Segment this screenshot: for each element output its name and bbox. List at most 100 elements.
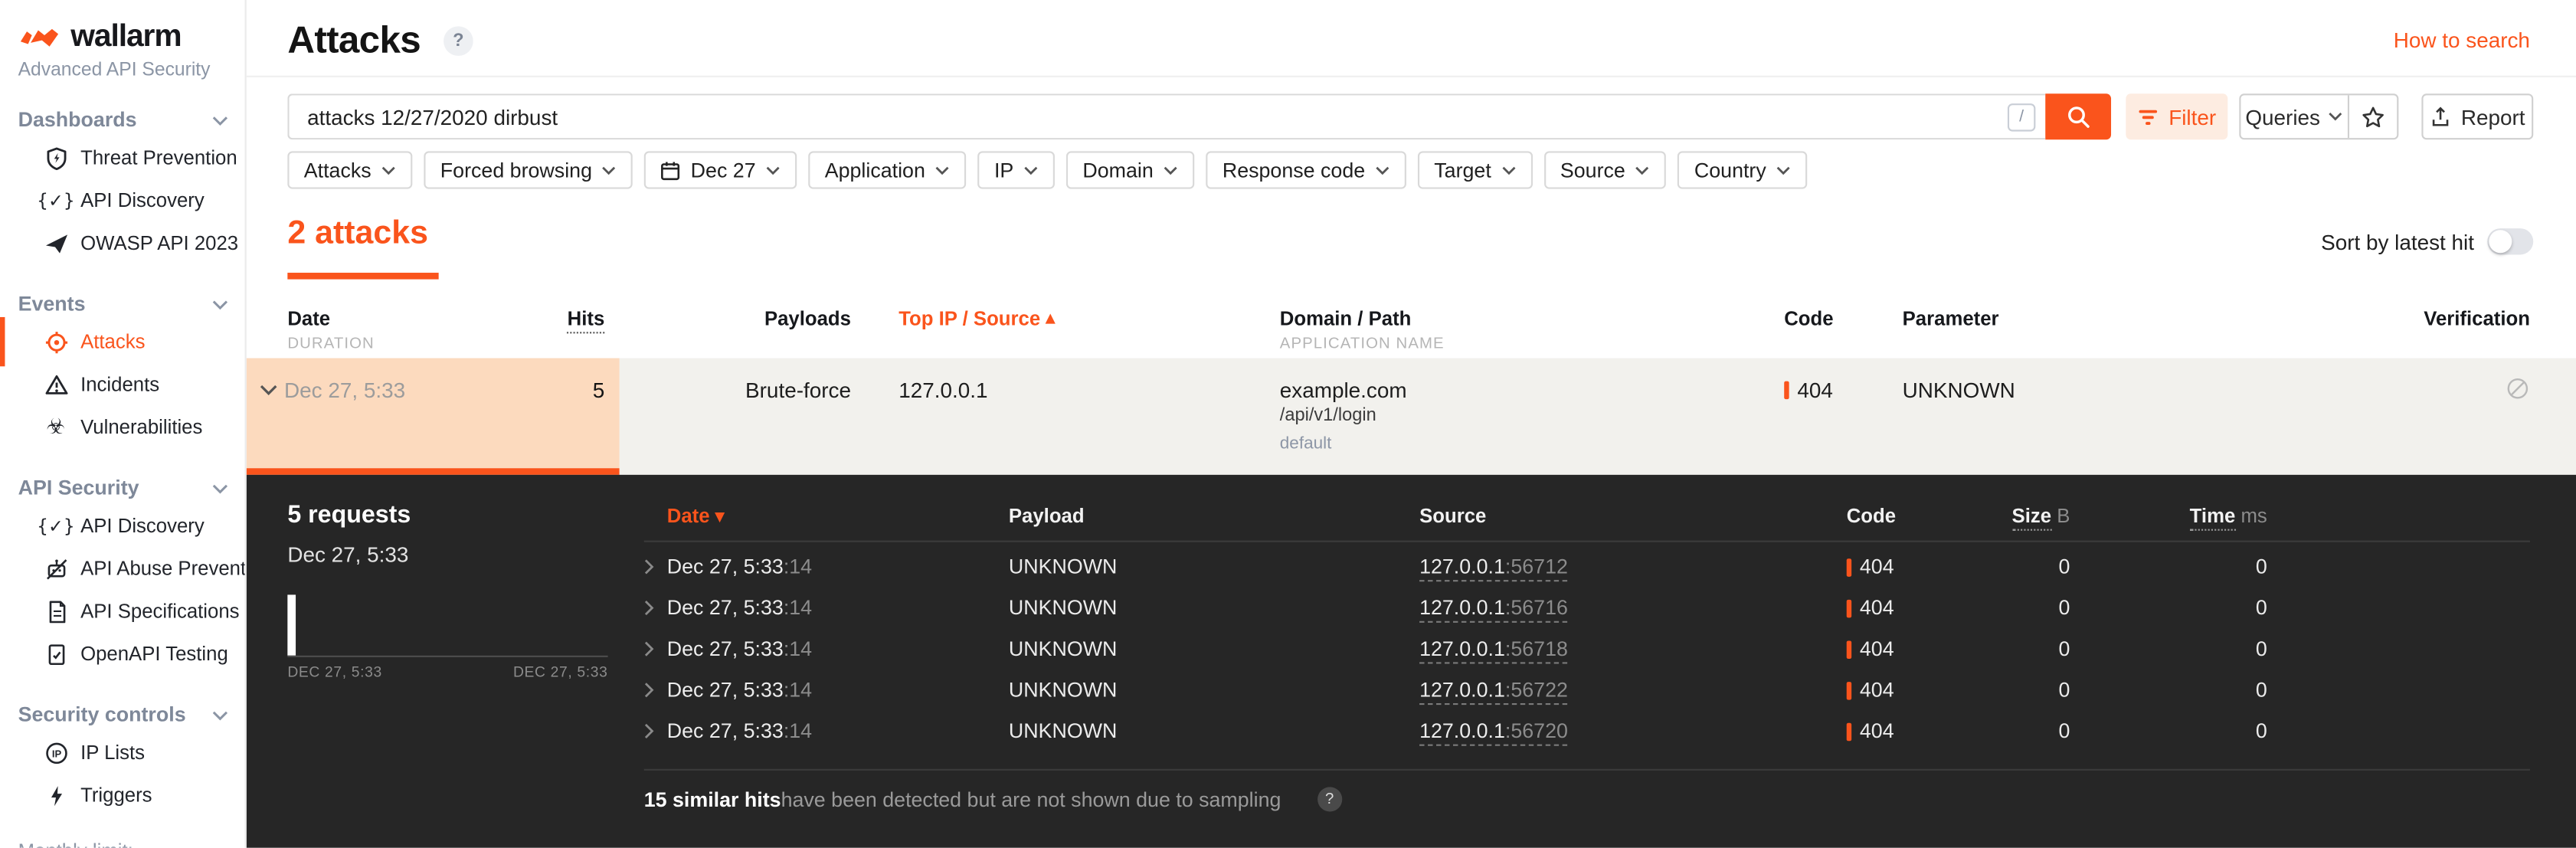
request-payload: UNKNOWN bbox=[1008, 719, 1118, 743]
search-icon bbox=[2068, 106, 2090, 128]
request-row[interactable]: Dec 27, 5:33:14 UNKNOWN 127.0.0.1:56718 … bbox=[247, 629, 2576, 670]
wallarm-logo[interactable]: wallarm bbox=[18, 20, 227, 56]
code-status-bar bbox=[1846, 558, 1852, 577]
help-icon[interactable]: ? bbox=[444, 26, 473, 56]
search-input[interactable] bbox=[287, 93, 2046, 140]
sidebar-item-api-abuse-prevention[interactable]: API Abuse Prevention bbox=[0, 547, 245, 590]
sidebar-item-openapi-testing[interactable]: OpenAPI Testing bbox=[0, 633, 245, 676]
search-row: / Filter Queries Report bbox=[287, 93, 2534, 140]
request-source[interactable]: 127.0.0.1:56718 bbox=[1419, 629, 1568, 670]
filter-chip-response-code[interactable]: Response code bbox=[1206, 151, 1406, 189]
request-source[interactable]: 127.0.0.1:56720 bbox=[1419, 712, 1568, 753]
sidebar-item-label: OWASP API 2023 bbox=[80, 231, 239, 255]
sidebar-section-security-controls[interactable]: Security controls bbox=[0, 699, 245, 732]
sort-toggle[interactable] bbox=[2487, 228, 2534, 255]
request-row[interactable]: Dec 27, 5:33:14 UNKNOWN 127.0.0.1:56712 … bbox=[247, 547, 2576, 588]
sidebar-section-dashboards[interactable]: Dashboards bbox=[0, 103, 245, 136]
chevron-down-icon bbox=[766, 165, 780, 175]
request-source[interactable]: 127.0.0.1:56716 bbox=[1419, 588, 1568, 630]
sidebar-item-vulnerabilities[interactable]: ☣ Vulnerabilities bbox=[0, 406, 245, 449]
request-row[interactable]: Dec 27, 5:33:14 UNKNOWN 127.0.0.1:56716 … bbox=[247, 588, 2576, 630]
filter-chip-forced-browsing[interactable]: Forced browsing bbox=[424, 151, 633, 189]
page-title: Attacks bbox=[287, 18, 421, 61]
chevron-down-icon bbox=[212, 116, 228, 125]
chevron-right-icon[interactable] bbox=[644, 640, 654, 656]
collapse-chevron-icon[interactable] bbox=[260, 385, 278, 396]
sort-by-latest-hit: Sort by latest hit bbox=[2321, 228, 2534, 255]
sampling-note: 15 similar hits have been detected but a… bbox=[644, 787, 1342, 812]
search-button[interactable] bbox=[2045, 93, 2112, 140]
chevron-down-icon bbox=[212, 710, 228, 720]
sidebar-item-api-discovery-2[interactable]: {✓} API Discovery bbox=[0, 504, 245, 547]
code-status-bar bbox=[1846, 682, 1852, 700]
sidebar-item-api-discovery[interactable]: {✓} API Discovery bbox=[0, 179, 245, 222]
shield-bolt-icon bbox=[43, 145, 69, 171]
brand-subtitle: Advanced API Security bbox=[18, 61, 211, 81]
request-source[interactable]: 127.0.0.1:56712 bbox=[1419, 547, 1568, 588]
sidebar-item-label: Threat Prevention bbox=[80, 146, 237, 169]
col-domain-path: Domain / Path APPLICATION NAME bbox=[1279, 307, 1445, 354]
star-icon bbox=[2362, 106, 2384, 127]
braces-check-icon: {✓} bbox=[37, 515, 75, 537]
attack-row[interactable]: Dec 27, 5:33 5 Brute-force 127.0.0.1 exa… bbox=[246, 358, 2576, 475]
request-row[interactable]: Dec 27, 5:33:14 UNKNOWN 127.0.0.1:56722 … bbox=[247, 670, 2576, 712]
report-button[interactable]: Report bbox=[2421, 93, 2534, 140]
filter-chip-country[interactable]: Country bbox=[1678, 151, 1808, 189]
filter-chip-domain[interactable]: Domain bbox=[1065, 151, 1195, 189]
sidebar-item-ip-lists[interactable]: IP IP Lists bbox=[0, 731, 245, 774]
queries-dropdown[interactable]: Queries bbox=[2240, 95, 2350, 139]
filter-chip-application[interactable]: Application bbox=[808, 151, 967, 189]
col-date[interactable]: Date ▼ bbox=[667, 504, 725, 527]
request-payload: UNKNOWN bbox=[1008, 596, 1118, 620]
request-details-panel: 5 requests Dec 27, 5:33 DEC 27, 5:33 DEC… bbox=[246, 474, 2576, 848]
sidebar-section-events[interactable]: Events bbox=[0, 287, 245, 320]
request-time: 0 bbox=[2255, 555, 2267, 578]
sidebar-item-api-specifications[interactable]: API Specifications bbox=[0, 590, 245, 633]
filter-button[interactable]: Filter bbox=[2126, 93, 2228, 140]
col-application-name: APPLICATION NAME bbox=[1279, 335, 1445, 354]
chevron-down-icon bbox=[2329, 113, 2342, 121]
filter-chip-target[interactable]: Target bbox=[1417, 151, 1533, 189]
col-size[interactable]: Size B bbox=[1955, 504, 2070, 531]
col-time[interactable]: Time ms bbox=[2152, 504, 2267, 531]
sidebar-item-threat-prevention[interactable]: Threat Prevention bbox=[0, 136, 245, 179]
request-source[interactable]: 127.0.0.1:56722 bbox=[1419, 670, 1568, 712]
col-payloads: Payloads bbox=[764, 307, 851, 331]
monthly-limit: Monthly limit: 3.93Kof bbox=[0, 817, 245, 848]
col-hits[interactable]: Hits bbox=[509, 307, 605, 334]
main-content: Attacks ? How to search / Filter Queries bbox=[246, 0, 2576, 848]
chevron-down-icon bbox=[212, 483, 228, 493]
sidebar-item-label: IP Lists bbox=[80, 741, 146, 765]
request-size: 0 bbox=[2058, 555, 2070, 578]
chevron-right-icon[interactable] bbox=[644, 682, 654, 698]
not-verified-icon bbox=[2507, 378, 2529, 399]
code-status-bar bbox=[1846, 640, 1852, 660]
filter-chip-source[interactable]: Source bbox=[1543, 151, 1667, 189]
filter-chip-ip[interactable]: IP bbox=[977, 151, 1055, 189]
sidebar-item-triggers[interactable]: Triggers bbox=[0, 774, 245, 817]
how-to-search-link[interactable]: How to search bbox=[2394, 28, 2530, 52]
request-code: 404 bbox=[1846, 629, 1894, 673]
sidebar-item-incidents[interactable]: Incidents bbox=[0, 363, 245, 406]
chevron-down-icon bbox=[1164, 165, 1177, 175]
sidebar-section-api-security[interactable]: API Security bbox=[0, 472, 245, 505]
col-source: Source bbox=[1419, 504, 1487, 528]
chevron-down-icon bbox=[1376, 165, 1389, 175]
sidebar-item-owasp-api-2023[interactable]: OWASP API 2023 bbox=[0, 222, 245, 265]
chevron-right-icon[interactable] bbox=[644, 600, 654, 616]
request-code: 404 bbox=[1846, 712, 1894, 756]
request-size: 0 bbox=[2058, 596, 2070, 620]
toggle-knob bbox=[2489, 230, 2512, 254]
chevron-down-icon bbox=[381, 165, 395, 175]
favorite-query-button[interactable] bbox=[2349, 95, 2397, 138]
sampling-help-icon[interactable]: ? bbox=[1317, 787, 1342, 812]
filter-chip-attacks[interactable]: Attacks bbox=[287, 151, 413, 189]
request-size: 0 bbox=[2058, 678, 2070, 702]
request-row[interactable]: Dec 27, 5:33:14 UNKNOWN 127.0.0.1:56720 … bbox=[247, 712, 2576, 753]
sidebar-item-attacks[interactable]: Attacks bbox=[0, 316, 245, 367]
filter-chip-date[interactable]: Dec 27 bbox=[644, 151, 797, 189]
chevron-right-icon[interactable] bbox=[644, 723, 654, 739]
svg-text:IP: IP bbox=[51, 748, 61, 759]
col-top-ip-source[interactable]: Top IP / Source ▲ bbox=[898, 307, 1056, 330]
chevron-right-icon[interactable] bbox=[644, 558, 654, 575]
